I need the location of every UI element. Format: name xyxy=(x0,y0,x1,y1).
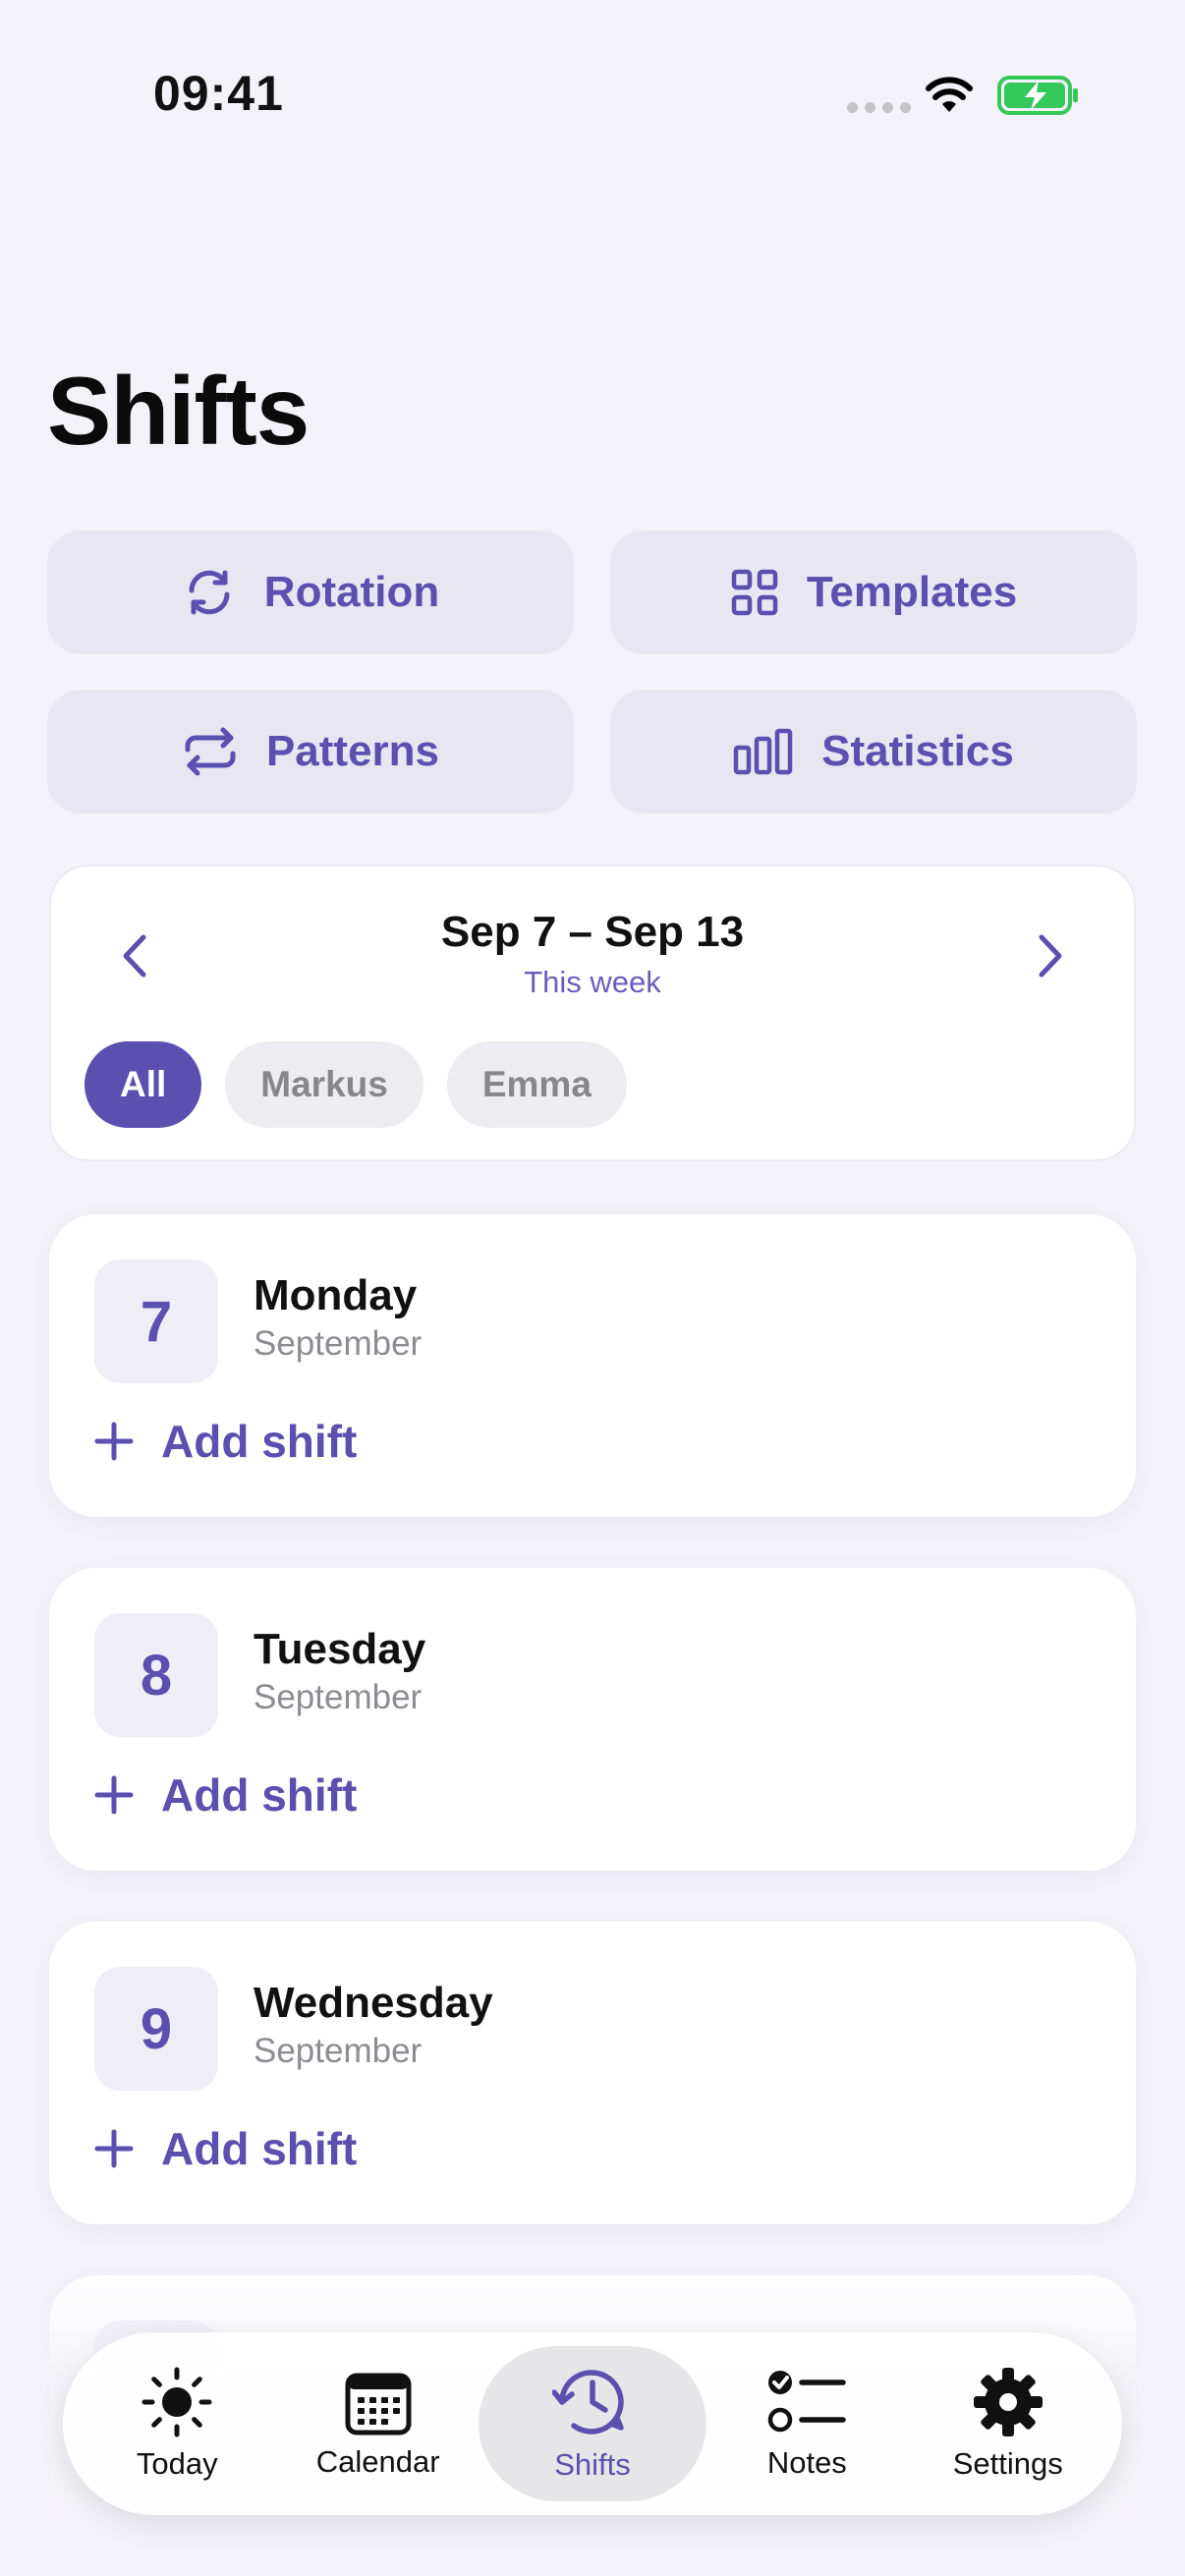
plus-icon xyxy=(94,1422,134,1461)
statistics-button[interactable]: Statistics xyxy=(610,690,1137,813)
tab-calendar[interactable]: Calendar xyxy=(277,2346,478,2501)
add-shift-label: Add shift xyxy=(161,2123,358,2174)
gear-icon xyxy=(973,2368,1043,2436)
tab-label: Calendar xyxy=(315,2444,440,2479)
status-bar: 09:41 xyxy=(0,0,1185,196)
day-month: September xyxy=(254,1324,423,1363)
day-card: 7 Monday September Add shift xyxy=(49,1214,1136,1517)
filter-chip-all[interactable]: All xyxy=(85,1041,202,1128)
week-subtitle: This week xyxy=(524,965,661,999)
patterns-button[interactable]: Patterns xyxy=(47,690,574,813)
day-weekday: Wednesday xyxy=(254,1979,493,2027)
tab-today[interactable]: Today xyxy=(77,2346,277,2501)
repeat-icon xyxy=(185,727,236,776)
rotation-button[interactable]: Rotation xyxy=(47,531,574,654)
sun-icon xyxy=(141,2367,212,2437)
templates-label: Templates xyxy=(806,568,1018,616)
tab-bar: Today Calendar Shifts Notes Settings xyxy=(63,2332,1122,2515)
day-weekday: Monday xyxy=(254,1271,418,1319)
add-shift-button[interactable]: Add shift xyxy=(94,2122,357,2175)
rotation-label: Rotation xyxy=(263,568,440,616)
filter-chip-markus[interactable]: Markus xyxy=(225,1041,423,1128)
day-card: 8 Tuesday September Add shift xyxy=(49,1568,1136,1871)
day-number: 9 xyxy=(94,1967,218,2091)
add-shift-label: Add shift xyxy=(161,1769,358,1820)
checklist-icon xyxy=(768,2371,847,2433)
cellular-signal-icon xyxy=(847,102,911,113)
battery-charging-icon xyxy=(997,76,1078,115)
grid-icon xyxy=(731,569,778,616)
day-month: September xyxy=(254,2032,423,2070)
templates-button[interactable]: Templates xyxy=(610,531,1137,654)
clock-rotate-icon xyxy=(551,2370,624,2435)
plus-icon xyxy=(94,2129,134,2168)
bar-chart-icon xyxy=(733,728,793,775)
tab-settings[interactable]: Settings xyxy=(908,2346,1108,2501)
plus-icon xyxy=(94,1775,134,1815)
rotation-icon xyxy=(189,570,230,615)
add-shift-button[interactable]: Add shift xyxy=(94,1415,357,1468)
tab-label: Notes xyxy=(766,2445,847,2480)
page-title: Shifts xyxy=(47,357,310,465)
day-number: 8 xyxy=(94,1613,218,1737)
day-weekday: Tuesday xyxy=(254,1625,426,1673)
patterns-label: Patterns xyxy=(265,727,440,775)
tab-shifts[interactable]: Shifts xyxy=(478,2346,707,2501)
day-number: 7 xyxy=(94,1260,218,1383)
tab-label: Shifts xyxy=(554,2447,631,2482)
day-month: September xyxy=(254,1678,423,1716)
calendar-icon xyxy=(345,2373,412,2436)
status-time: 09:41 xyxy=(153,66,284,121)
week-selector: Sep 7 – Sep 13 This week All Markus Emma xyxy=(49,865,1136,1161)
filter-chip-emma[interactable]: Emma xyxy=(446,1041,627,1128)
add-shift-label: Add shift xyxy=(161,1416,358,1467)
week-range: Sep 7 – Sep 13 xyxy=(440,908,745,956)
tab-label: Today xyxy=(136,2446,218,2481)
day-card: 9 Wednesday September Add shift xyxy=(49,1922,1136,2224)
wifi-icon xyxy=(926,77,973,112)
person-filter: All Markus Emma xyxy=(85,1041,627,1128)
statistics-label: Statistics xyxy=(821,727,1014,775)
tab-notes[interactable]: Notes xyxy=(706,2346,907,2501)
tab-label: Settings xyxy=(952,2446,1063,2481)
chevron-right-icon[interactable] xyxy=(1036,933,1065,979)
add-shift-button[interactable]: Add shift xyxy=(94,1768,357,1821)
